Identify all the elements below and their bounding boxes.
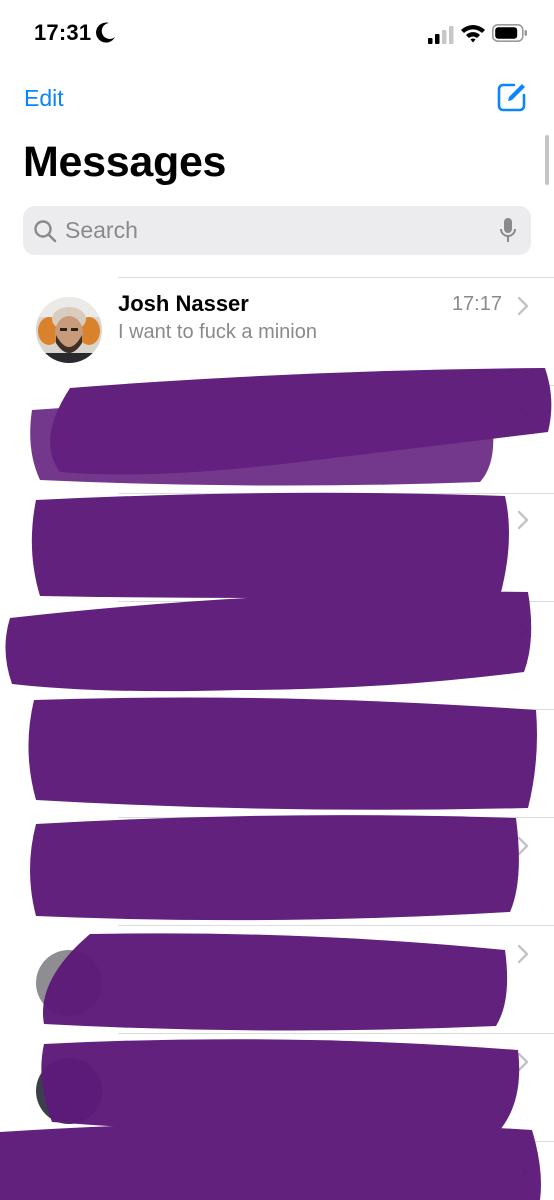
search-field[interactable] (23, 206, 531, 255)
chevron-right-icon (517, 296, 529, 321)
scroll-indicator[interactable] (545, 135, 549, 185)
search-input[interactable] (65, 212, 475, 249)
contact-name: Josh Nasser (118, 291, 249, 316)
compose-icon[interactable] (497, 82, 527, 117)
page-title: Messages (23, 138, 227, 186)
search-icon (33, 219, 57, 248)
redaction-scribble (0, 368, 552, 1200)
edit-button[interactable]: Edit (24, 85, 64, 112)
status-time: 17:31 (34, 20, 92, 45)
cellular-signal-icon (428, 26, 454, 49)
moon-icon (96, 22, 116, 49)
battery-icon (492, 24, 528, 47)
wifi-icon (460, 23, 486, 48)
message-preview: I want to fuck a minion (118, 321, 317, 343)
avatar (36, 297, 102, 363)
message-time: 17:17 (451, 293, 502, 315)
microphone-icon[interactable] (499, 217, 517, 250)
